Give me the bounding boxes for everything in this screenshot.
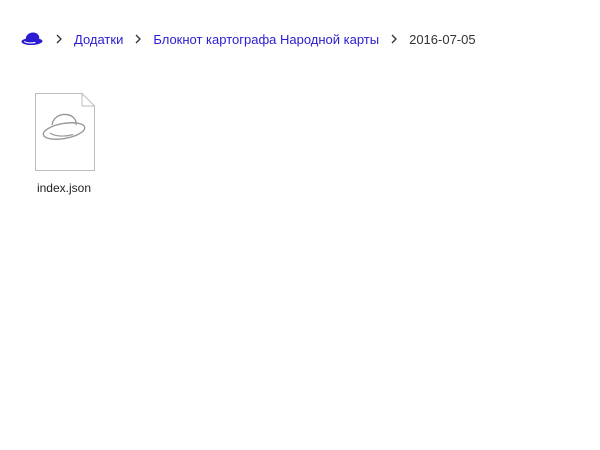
file-name-label: index.json	[36, 181, 92, 195]
breadcrumb: Додатки Блокнот картографа Народной карт…	[20, 29, 476, 49]
breadcrumb-item-apps[interactable]: Додатки	[74, 32, 123, 47]
chevron-right-icon	[391, 34, 398, 44]
chevron-right-icon	[56, 34, 62, 44]
chevron-right-icon	[135, 34, 142, 44]
breadcrumb-current-folder: 2016-07-05	[409, 31, 476, 47]
breadcrumb-separator	[379, 29, 409, 49]
breadcrumb-separator	[123, 29, 153, 49]
home-link[interactable]	[20, 29, 44, 49]
saucer-logo-icon	[21, 32, 43, 46]
file-browser-page: Додатки Блокнот картографа Народной карт…	[0, 0, 600, 450]
breadcrumb-separator	[44, 29, 74, 49]
file-saucer-icon	[35, 93, 95, 171]
breadcrumb-item-notebook[interactable]: Блокнот картографа Народной карты	[153, 32, 379, 47]
